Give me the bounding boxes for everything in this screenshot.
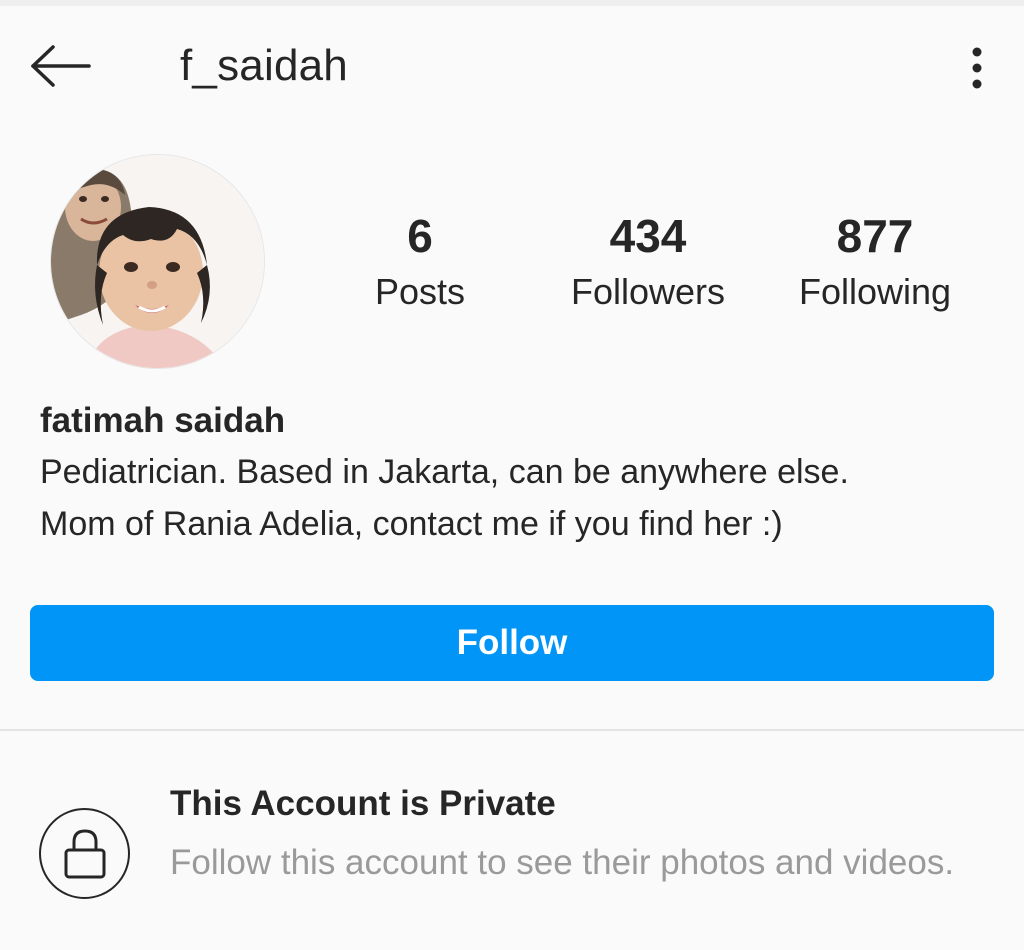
following-stat[interactable]: 877 Following [765,205,985,317]
profile-photo [51,155,264,368]
lock-icon [64,828,105,878]
profile-bio: Pediatrician. Based in Jakarta, can be a… [40,446,1000,550]
private-account-title: This Account is Private [170,784,556,823]
profile-header: f_saidah [0,6,1024,126]
following-count: 877 [836,210,914,262]
followers-stat[interactable]: 434 Followers [538,205,758,317]
followers-count: 434 [609,210,687,262]
following-label: Following [798,271,952,312]
back-button[interactable] [22,34,98,98]
header-username: f_saidah [180,41,348,90]
posts-count: 6 [407,210,433,262]
follow-button[interactable]: Follow [30,605,994,681]
lock-badge [39,808,130,899]
posts-label: Posts [374,271,466,312]
posts-stat[interactable]: 6 Posts [310,205,530,317]
bio-line: Mom of Rania Adelia, contact me if you f… [40,505,783,543]
avatar[interactable] [50,154,265,369]
more-vertical-icon [972,47,982,89]
arrow-left-icon [31,45,91,87]
profile-stats: 6 Posts 434 Followers 877 Following [330,205,1010,325]
followers-label: Followers [570,271,726,312]
more-options-button[interactable] [952,36,1002,100]
private-account-description: Follow this account to see their photos … [170,843,955,882]
section-divider [0,729,1024,731]
profile-full-name: fatimah saidah [40,401,286,440]
bio-line: Pediatrician. Based in Jakarta, can be a… [40,453,849,491]
